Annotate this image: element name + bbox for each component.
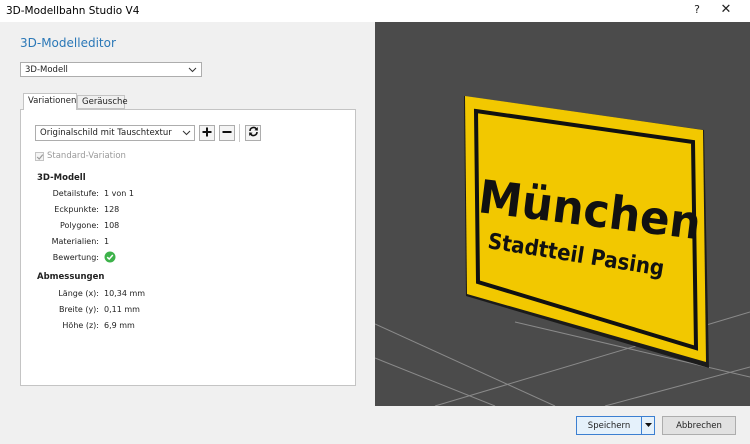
toolbar-separator [239,124,240,142]
editor-title: 3D-Modelleditor [20,36,116,50]
rating-label: Bewertung: [52,253,99,262]
chevron-down-icon [182,127,191,141]
plus-icon [202,127,212,140]
standard-variation-checkbox[interactable] [35,151,44,161]
add-variation-button[interactable] [199,125,215,141]
polygons-value: 108 [104,221,120,230]
detail-level-value: 1 von 1 [104,189,134,198]
model-section-heading: 3D-Modell [37,173,86,183]
save-dropdown-button[interactable] [642,416,655,435]
viewport-scene: München Stadtteil Pasing [375,22,750,406]
dimensions-section-heading: Abmessungen [37,272,105,282]
width-label: Breite (y): [58,305,99,314]
minus-icon [222,127,232,140]
polygons-label: Polygone: [59,221,99,230]
materials-value: 1 [104,237,110,246]
check-circle-icon [104,251,116,265]
chevron-down-icon [188,64,197,78]
tab-variationen[interactable]: Variationen [23,93,77,110]
variation-select[interactable]: Originalschild mit Tauschtextur [35,125,195,141]
editor-panel: 3D-Modelleditor 3D-Modell Variationen Ge… [0,22,375,406]
length-label: Länge (x): [58,289,99,298]
tab-geraeusche[interactable]: Geräusche [77,95,128,109]
cancel-button[interactable]: Abbrechen [662,416,736,435]
help-button[interactable]: ? [690,3,704,16]
vertices-value: 128 [104,205,120,214]
detail-level-label: Detailstufe: [52,189,99,198]
height-value: 6,9 mm [104,321,135,330]
width-value: 0,11 mm [104,305,140,314]
refresh-icon [248,126,259,140]
title-bar: 3D-Modellbahn Studio V4 ? ✕ [0,0,750,22]
vertices-label: Eckpunkte: [54,205,99,214]
standard-variation-row: Standard-Variation [35,150,126,162]
height-label: Höhe (z): [62,321,99,330]
triangle-down-icon [644,421,652,431]
window-title: 3D-Modellbahn Studio V4 [6,5,140,17]
close-button[interactable]: ✕ [718,2,734,17]
length-value: 10,34 mm [104,289,146,298]
refresh-button[interactable] [245,125,261,141]
mode-select[interactable]: 3D-Modell [20,62,202,77]
materials-label: Materialien: [51,237,99,246]
variations-panel: Originalschild mit Tauschtextur Standard… [20,109,356,386]
remove-variation-button[interactable] [219,125,235,141]
standard-variation-label: Standard-Variation [47,151,126,161]
mode-select-value: 3D-Modell [25,65,68,75]
save-button[interactable]: Speichern [576,416,642,435]
variation-select-value: Originalschild mit Tauschtextur [40,128,172,138]
footer: Speichern Abbrechen [0,406,750,444]
3d-viewport[interactable]: München Stadtteil Pasing [375,22,750,406]
